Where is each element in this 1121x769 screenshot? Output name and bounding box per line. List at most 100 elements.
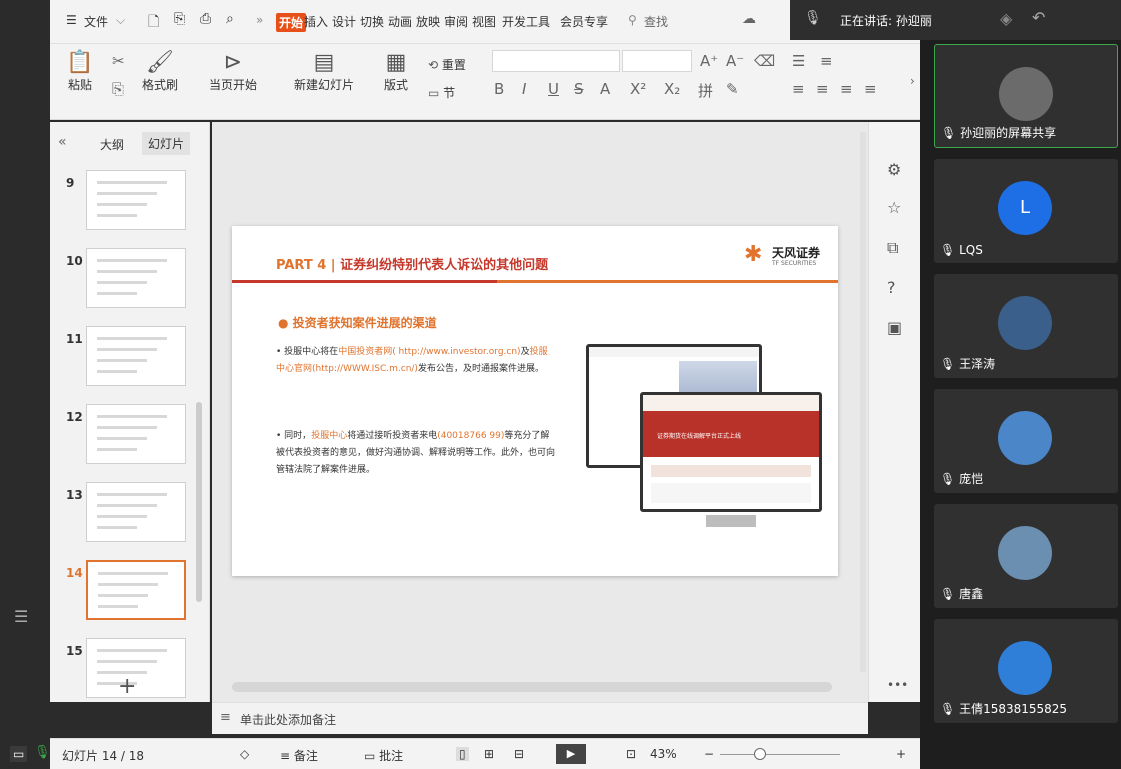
tab-outline[interactable]: 大纲 — [100, 136, 124, 153]
numbered-list-icon[interactable]: ≡ — [820, 52, 833, 70]
tab-member[interactable]: 会员专享 — [560, 13, 608, 30]
tab-slideshow[interactable]: 放映 — [416, 13, 440, 30]
cloud-icon[interactable]: ☁ — [742, 11, 756, 27]
hamburger-icon[interactable]: ☰ — [66, 13, 77, 27]
tab-home[interactable]: 开始 — [276, 13, 307, 32]
subscript-button[interactable]: X₂ — [664, 80, 680, 98]
tab-transition[interactable]: 切换 — [360, 13, 384, 30]
tab-developer[interactable]: 开发工具 — [502, 13, 550, 30]
clear-format-icon[interactable]: ⌫ — [754, 52, 775, 70]
search-label[interactable]: 查找 — [644, 13, 668, 30]
zoom-out-button[interactable]: − — [704, 747, 714, 761]
participant-tile[interactable]: 🎙 唐鑫 — [934, 504, 1118, 608]
participant-tile[interactable]: 🎙 王泽涛 — [934, 274, 1118, 378]
preview-icon[interactable]: ⌕ — [226, 11, 234, 27]
zoom-slider-thumb[interactable] — [754, 748, 766, 760]
normal-view-icon[interactable]: ▯ — [456, 747, 469, 761]
website-screenshot-front: 证券期货在线调解平台正式上线 — [640, 392, 822, 512]
tab-insert[interactable]: 插入 — [304, 13, 328, 30]
slide-thumbnail[interactable] — [86, 560, 186, 620]
copy-icon[interactable]: ⎘ — [112, 80, 124, 98]
save-icon[interactable]: 🗋 — [148, 11, 159, 35]
copy-layout-icon[interactable]: ⧉ — [887, 238, 898, 258]
zoom-in-button[interactable]: + — [896, 747, 906, 761]
theme-icon[interactable]: ◇ — [240, 747, 249, 761]
slide-thumbnail[interactable] — [86, 248, 186, 308]
strikethrough-button[interactable]: S — [574, 80, 584, 98]
image-tool-icon[interactable]: ▣ — [887, 318, 902, 337]
screen-share-icon[interactable]: ▭ — [10, 746, 28, 762]
font-name-select[interactable] — [492, 50, 620, 72]
format-painter-button[interactable]: 🖌 格式刷 — [138, 50, 182, 93]
slide-thumbnail[interactable] — [86, 404, 186, 464]
new-slide-button[interactable]: ▤ 新建幻灯片 — [286, 50, 362, 93]
play-button[interactable]: ▶ — [556, 744, 586, 764]
ribbon-scroll-icon[interactable]: › — [910, 74, 915, 88]
paste-button[interactable]: 📋 粘贴 — [62, 50, 98, 93]
tab-animation[interactable]: 动画 — [388, 13, 412, 30]
align-left-icon[interactable]: ≡ — [792, 80, 805, 98]
more-icon[interactable]: ••• — [887, 678, 908, 692]
superscript-button[interactable]: X² — [630, 80, 646, 98]
notes-bar[interactable]: ≡ 单击此处添加备注 — [212, 702, 868, 734]
participant-tile[interactable]: 🎙 孙迎丽的屏幕共享 — [934, 44, 1118, 148]
star-icon[interactable]: ☆ — [887, 198, 901, 217]
zoom-level[interactable]: 43% — [650, 747, 677, 761]
font-size-select[interactable] — [622, 50, 692, 72]
justify-icon[interactable]: ≡ — [864, 80, 877, 98]
print-icon[interactable]: ⎙ — [200, 11, 211, 27]
menu-file[interactable]: 文件 — [84, 13, 108, 30]
add-slide-button[interactable]: + — [118, 674, 136, 699]
section-button[interactable]: ▭ 节 — [428, 84, 455, 101]
help-icon[interactable]: ? — [887, 278, 896, 297]
grow-font-icon[interactable]: A⁺ — [700, 52, 718, 70]
participant-tile[interactable]: L 🎙 LQS — [934, 159, 1118, 263]
notes-placeholder[interactable]: 单击此处添加备注 — [240, 711, 336, 728]
slide-thumbnail[interactable] — [86, 482, 186, 542]
align-right-icon[interactable]: ≡ — [840, 80, 853, 98]
left-strip: ☰ ▭ 🎙 — [0, 0, 51, 769]
cut-icon[interactable]: ✂ — [112, 52, 125, 70]
participant-tile[interactable]: 🎙 王倩15838155825 — [934, 619, 1118, 723]
screen-banner: 证券期货在线调解平台正式上线 — [657, 433, 742, 440]
bullet-list-icon[interactable]: ☰ — [792, 52, 805, 70]
layout-button[interactable]: ▦ 版式 — [376, 50, 416, 93]
mic-icon: 🎙 — [940, 472, 960, 486]
more-icon[interactable]: » — [256, 13, 263, 27]
italic-button[interactable]: I — [522, 80, 526, 98]
zoom-slider-track[interactable] — [720, 754, 840, 755]
participant-tile[interactable]: 🎙 庞恺 — [934, 389, 1118, 493]
play-from-current-button[interactable]: ⊳ 当页开始 — [200, 50, 266, 93]
tab-design[interactable]: 设计 — [332, 13, 356, 30]
reading-view-icon[interactable]: ⊟ — [514, 747, 524, 761]
notes-toggle[interactable]: ≡ 备注 — [280, 747, 318, 764]
slide-thumbnail[interactable] — [86, 170, 186, 230]
undo-icon[interactable]: ↶ — [1032, 8, 1045, 27]
export-icon[interactable]: ⎘ — [174, 11, 185, 27]
tab-slides[interactable]: 幻灯片 — [142, 132, 191, 155]
horizontal-scrollbar[interactable] — [232, 682, 832, 692]
slide-sorter-icon[interactable]: ⊞ — [484, 747, 494, 761]
panel-scrollbar[interactable] — [196, 402, 202, 602]
mic-icon[interactable]: 🎙 — [34, 745, 51, 760]
comment-toggle[interactable]: ▭ 批注 — [364, 747, 403, 764]
search-icon[interactable]: ⚲ — [628, 13, 637, 27]
shrink-font-icon[interactable]: A⁻ — [726, 52, 744, 70]
vertical-scrollbar[interactable] — [860, 132, 866, 672]
tab-review[interactable]: 审阅 — [444, 13, 468, 30]
fit-window-icon[interactable]: ⊡ — [626, 747, 636, 761]
underline-button[interactable]: U — [548, 80, 559, 98]
reset-button[interactable]: ⟲ 重置 — [428, 56, 466, 73]
highlight-icon[interactable]: ✎ — [726, 80, 739, 98]
tab-view[interactable]: 视图 — [472, 13, 496, 30]
properties-icon[interactable]: ⚙ — [887, 160, 901, 179]
list-icon[interactable]: ☰ — [14, 607, 28, 626]
collapse-icon[interactable]: « — [58, 134, 67, 150]
slide[interactable]: PART 4 | 证券纠纷特别代表人诉讼的其他问题 ✱ 天风证券 TF SECU… — [232, 226, 838, 576]
phonetic-icon[interactable]: 拼 — [698, 80, 713, 101]
align-center-icon[interactable]: ≡ — [816, 80, 829, 98]
slide-thumbnail[interactable] — [86, 326, 186, 386]
bold-button[interactable]: B — [494, 80, 504, 98]
font-color-button[interactable]: A — [600, 80, 610, 98]
chevron-down-icon[interactable]: ⌵ — [116, 13, 125, 28]
